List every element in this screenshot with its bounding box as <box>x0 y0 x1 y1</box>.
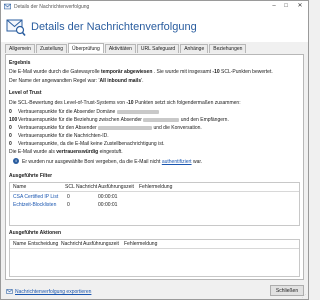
filter-table: Name SCL Nachricht Ausführungszeit Fehle… <box>9 182 300 226</box>
tab-zustellung[interactable]: Zustellung <box>35 44 68 53</box>
page-title: Details der Nachrichtenverfolgung <box>31 21 197 33</box>
export-link[interactable]: Nachrichtenverfolgung exportieren <box>15 289 91 295</box>
trust-row: 0 Vertrauenspunkte, da die E-Mail keine Z… <box>9 141 164 147</box>
text: Die SCL-Bewertung des Level-of-Trust-Sys… <box>9 100 127 106</box>
export-icon <box>6 289 13 294</box>
col-entscheidung[interactable]: Entscheidung <box>28 241 58 247</box>
col-name[interactable]: Name <box>13 184 26 190</box>
col-fehlermeldung[interactable]: Fehlermeldung <box>124 241 157 247</box>
text: Die E-Mail wurde durch die Gatewayrolle <box>9 69 101 75</box>
redacted-sender <box>143 117 180 122</box>
tab-strip: Allgemein Zustellung Überprüfung Aktivit… <box>5 43 247 54</box>
trust-row: 0 Vertrauenspunkte für die Nachrichten-ID… <box>9 133 109 139</box>
trust-row: 100Vertrauenspunkte für die Beziehung zw… <box>9 117 229 123</box>
tab-beziehungen[interactable]: Beziehungen <box>209 44 247 53</box>
section-title-ergebnis: Ergebnis <box>9 60 31 66</box>
minimize-button[interactable]: – <box>269 2 279 10</box>
section-title-filter: Ausgeführte Filter <box>9 173 53 179</box>
trust-row-text: Vertrauenspunkte für die Beziehung zwisc… <box>18 117 142 123</box>
trust-row-suffix: und den Empfängern. <box>180 117 229 123</box>
trust-row: 0 Vertrauenspunkte für den Absender und d… <box>9 125 202 131</box>
close-button[interactable]: Schließen <box>270 285 304 296</box>
redacted-domain <box>116 109 159 114</box>
trust-result: Die E-Mail wurde als vertrauenswürdig ei… <box>9 149 123 155</box>
col-nachricht[interactable]: Nachricht <box>61 241 82 247</box>
scl-points: -10 <box>212 69 220 75</box>
result-status: temporär abgewiesen <box>100 69 153 75</box>
tab-url-safeguard[interactable]: URL Safeguard <box>136 44 180 53</box>
text: . Sie wurde mit insgesamt <box>152 69 213 75</box>
info-icon: i <box>13 158 19 164</box>
tab-aktivitaeten[interactable]: Aktivitäten <box>104 44 136 53</box>
filter-time: 00:00:01 <box>98 202 118 208</box>
filter-name[interactable]: CSA Certified IP List <box>13 194 58 200</box>
text: eingestuft. <box>98 149 123 155</box>
col-nachricht[interactable]: Nachricht <box>76 184 97 190</box>
window-titlebar: Details der Nachrichtenverfolgung – □ ✕ <box>1 1 308 12</box>
tab-ueberpruefung[interactable]: Überprüfung <box>68 43 104 53</box>
ergebnis-line-2: Der Name der angewandten Regel war: 'All… <box>9 78 143 84</box>
col-ausfuehrungszeit[interactable]: Ausführungszeit <box>83 241 119 247</box>
trust-row-points: 0 <box>9 109 12 115</box>
authentifiziert-link[interactable]: authentifiziert <box>162 159 192 165</box>
col-ausfuehrungszeit[interactable]: Ausführungszeit <box>98 184 134 190</box>
redacted-sender <box>98 125 153 130</box>
col-scl[interactable]: SCL <box>65 184 75 190</box>
filter-table-header: Name SCL Nachricht Ausführungszeit Fehle… <box>10 183 299 192</box>
filter-time: 00:00:01 <box>98 194 118 200</box>
tab-allgemein[interactable]: Allgemein <box>5 44 35 53</box>
tab-anhaenge[interactable]: Anhänge <box>180 44 209 53</box>
col-name[interactable]: Name <box>13 241 26 247</box>
section-title-trust: Level of Trust <box>9 90 42 96</box>
envelope-magnifier-icon <box>6 19 26 37</box>
trust-row-points: 0 <box>9 125 12 131</box>
filter-scl: 0 <box>67 202 70 208</box>
filter-name[interactable]: Echtzeit-Blocklisten <box>13 202 56 208</box>
text: Er wurden nur ausgewählte Boni vergeben,… <box>22 159 162 165</box>
text: '. <box>141 78 144 84</box>
trust-intro: Die SCL-Bewertung des Level-of-Trust-Sys… <box>9 100 241 106</box>
trust-row-text: Vertrauenspunkte für die Absender Domäne <box>18 109 116 115</box>
window-title: Details der Nachrichtenverfolgung <box>14 3 90 10</box>
trust-row-text: Vertrauenspunkte für den Absender <box>18 125 97 131</box>
text: war. <box>191 159 203 165</box>
trust-info: Er wurden nur ausgewählte Boni vergeben,… <box>22 159 202 165</box>
rule-name: All inbound mails <box>99 78 142 84</box>
dialog-header: Details der Nachrichtenverfolgung <box>1 12 308 42</box>
filter-scl: 0 <box>67 194 70 200</box>
trust-row-points: 0 <box>9 141 12 147</box>
trust-verdict: vertrauenswürdig <box>56 149 99 155</box>
trust-row: 0 Vertrauenspunkte für die Absender Domän… <box>9 109 159 115</box>
app-icon <box>4 3 11 10</box>
col-fehlermeldung[interactable]: Fehlermeldung <box>139 184 172 190</box>
trust-row-points: 0 <box>9 133 12 139</box>
actions-table: Name Entscheidung Nachricht Ausführungsz… <box>9 239 300 277</box>
window-close-button[interactable]: ✕ <box>295 2 305 10</box>
text: Punkten setzt sich folgendermaßen zusamm… <box>133 100 241 106</box>
text: Die E-Mail wurde als <box>9 149 57 155</box>
section-title-aktionen: Ausgeführte Aktionen <box>9 230 62 236</box>
trust-row-points: 100 <box>9 117 18 123</box>
text: Der Name der angewandten Regel war: ' <box>9 78 100 84</box>
resize-grip-icon[interactable]: ⋰ <box>302 293 306 298</box>
trust-row-suffix: und die Konversation. <box>153 125 202 131</box>
maximize-button[interactable]: □ <box>281 2 291 10</box>
trust-row-text: Vertrauenspunkte für die Nachrichten-ID. <box>18 133 109 139</box>
actions-table-header: Name Entscheidung Nachricht Ausführungsz… <box>10 240 299 249</box>
trust-points: -10 <box>126 100 134 106</box>
trust-row-text: Vertrauenspunkte, da die E-Mail keine Zu… <box>18 141 165 147</box>
ergebnis-line-1: Die E-Mail wurde durch die Gatewayrolle … <box>9 69 273 75</box>
text: SCL-Punkten bewertet. <box>219 69 273 75</box>
tab-panel-ueberpruefung: Ergebnis Die E-Mail wurde durch die Gate… <box>5 54 304 280</box>
details-window: Details der Nachrichtenverfolgung – □ ✕ … <box>0 0 309 300</box>
